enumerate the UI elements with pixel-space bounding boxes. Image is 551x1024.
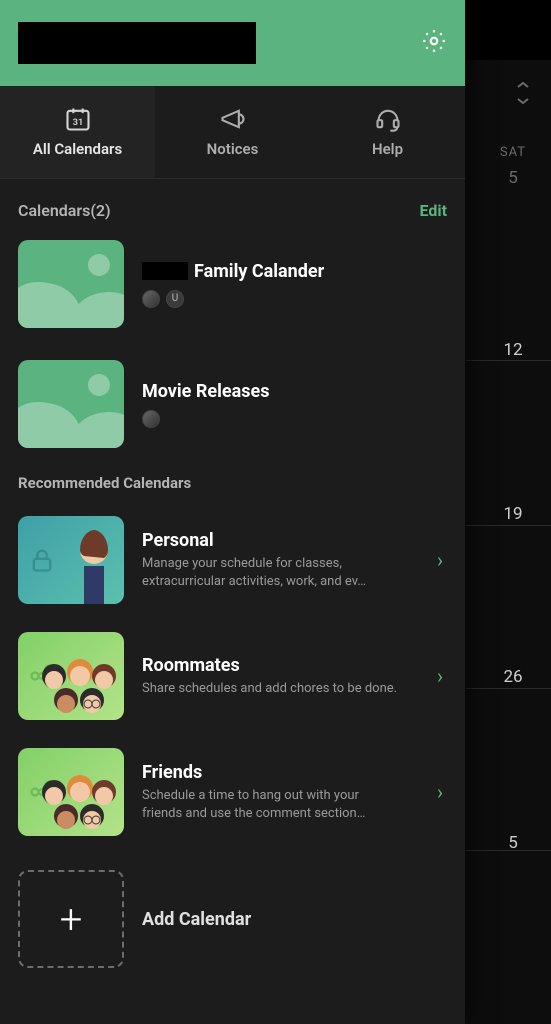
date-cell[interactable]: 5 xyxy=(483,168,543,188)
svg-text:31: 31 xyxy=(72,117,83,128)
recommended-thumbnail xyxy=(18,748,124,836)
avatar xyxy=(142,290,160,308)
recommended-item-personal[interactable]: Personal Manage your schedule for classe… xyxy=(0,510,465,626)
calendars-title: Calendars(2) xyxy=(18,201,111,220)
recommended-info: Friends Schedule a time to hang out with… xyxy=(142,762,419,822)
tab-label: Notices xyxy=(207,140,259,158)
recommended-desc: Manage your schedule for classes, extrac… xyxy=(142,555,402,590)
recommended-item-friends[interactable]: Friends Schedule a time to hang out with… xyxy=(0,742,465,858)
calendar-thumbnail xyxy=(18,360,124,448)
add-calendar-label: Add Calendar xyxy=(142,909,251,930)
recommended-desc: Share schedules and add chores to be don… xyxy=(142,680,402,698)
tab-notices[interactable]: Notices xyxy=(155,86,310,178)
calendar-thumbnail xyxy=(18,240,124,328)
settings-button[interactable] xyxy=(421,28,447,58)
calendar-list: Family Calander U Movie Releases xyxy=(0,230,465,470)
date-cell[interactable]: 12 xyxy=(483,340,543,360)
recommended-thumbnail xyxy=(18,632,124,720)
recommended-info: Roommates Share schedules and add chores… xyxy=(142,655,419,698)
add-calendar-button[interactable]: + Add Calendar xyxy=(0,858,465,990)
avatar: U xyxy=(166,290,184,308)
group-illustration xyxy=(36,768,122,836)
recommended-name: Friends xyxy=(142,762,419,783)
date-cell[interactable]: 5 xyxy=(483,833,543,853)
recommended-name: Personal xyxy=(142,530,419,551)
member-avatars xyxy=(142,410,447,428)
tab-label: All Calendars xyxy=(33,140,122,158)
tab-label: Help xyxy=(372,140,403,158)
tab-all-calendars[interactable]: 31 All Calendars xyxy=(0,86,155,178)
recommended-thumbnail xyxy=(18,516,124,604)
person-illustration xyxy=(70,526,118,604)
headset-icon xyxy=(373,104,403,134)
calendar-info: Family Calander U xyxy=(142,261,447,308)
member-avatars: U xyxy=(142,290,447,308)
edit-button[interactable]: Edit xyxy=(419,201,447,220)
chevron-right-icon: › xyxy=(437,548,447,572)
calendar-item[interactable]: Movie Releases xyxy=(18,350,447,470)
tab-help[interactable]: Help xyxy=(310,86,465,178)
gear-icon xyxy=(421,28,447,54)
header xyxy=(0,0,465,86)
date-cell[interactable]: 19 xyxy=(483,504,543,524)
chevron-right-icon: › xyxy=(437,664,447,688)
calendar-icon: 31 xyxy=(63,104,93,134)
chevron-right-icon: › xyxy=(437,780,447,804)
lock-icon xyxy=(28,546,56,574)
background-calendar xyxy=(461,60,551,1024)
calendar-info: Movie Releases xyxy=(142,381,447,428)
recommended-info: Personal Manage your schedule for classe… xyxy=(142,530,419,590)
date-cell[interactable]: 26 xyxy=(483,667,543,687)
megaphone-icon xyxy=(218,104,248,134)
group-illustration xyxy=(36,652,122,720)
plus-icon: + xyxy=(18,870,124,968)
tab-bar: 31 All Calendars Notices Help xyxy=(0,86,465,179)
recommended-desc: Schedule a time to hang out with your fr… xyxy=(142,787,402,822)
calendar-item[interactable]: Family Calander U xyxy=(18,230,447,350)
avatar xyxy=(142,410,160,428)
redacted-text xyxy=(142,262,188,280)
calendar-name: Movie Releases xyxy=(142,381,447,402)
recommended-title: Recommended Calendars xyxy=(0,470,465,510)
recommended-name: Roommates xyxy=(142,655,419,676)
app-logo-redacted xyxy=(18,22,256,64)
sidebar: 31 All Calendars Notices Help Calendars(… xyxy=(0,0,465,1024)
weekday-label: SAT xyxy=(483,145,543,160)
calendars-section-header: Calendars(2) Edit xyxy=(0,179,465,230)
recommended-item-roommates[interactable]: Roommates Share schedules and add chores… xyxy=(0,626,465,742)
calendar-name: Family Calander xyxy=(142,261,447,282)
